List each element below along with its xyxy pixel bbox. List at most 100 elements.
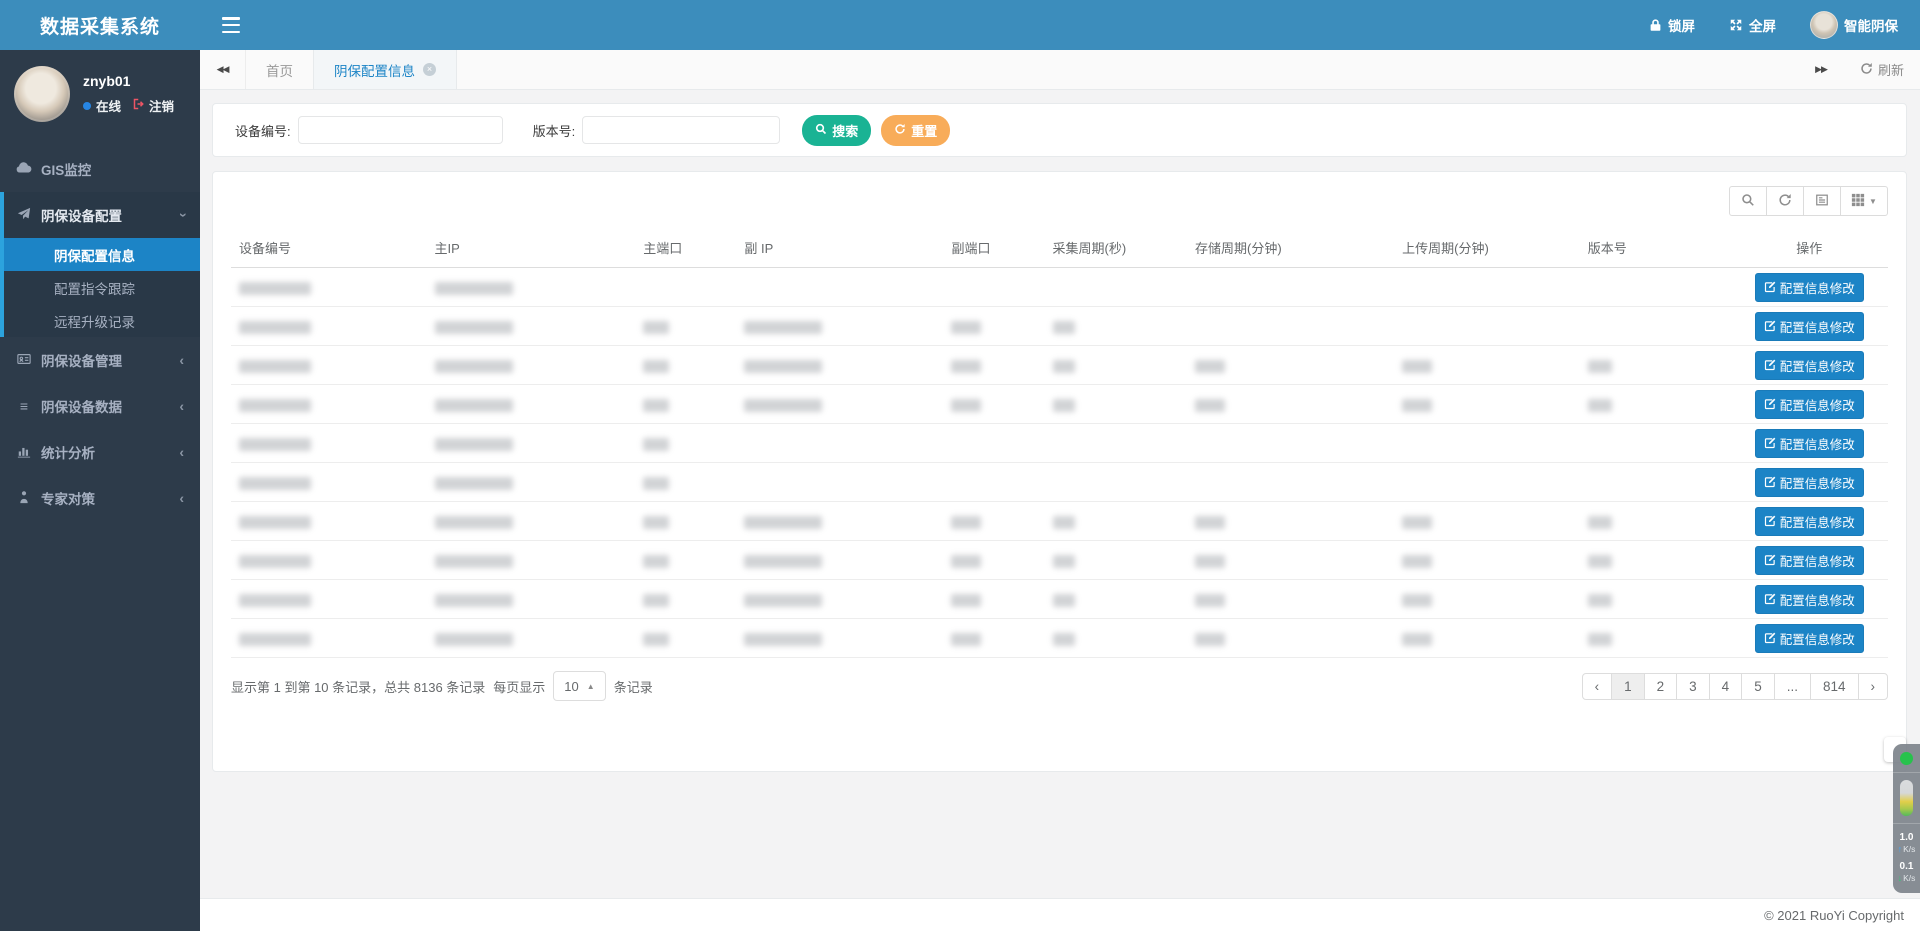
redacted-value [1402,633,1432,646]
table-cell-redacted [231,541,427,580]
table-cell-redacted [1394,580,1580,619]
sidebar-item-expert[interactable]: 专家对策 ‹ [0,475,200,521]
sidebar-toggle-icon[interactable] [218,15,244,35]
table-cell-redacted [943,580,1044,619]
table-cell-redacted [943,307,1044,346]
table-cell-redacted [1045,502,1188,541]
edit-config-button[interactable]: 配置信息修改 [1755,273,1864,302]
edit-config-button[interactable]: 配置信息修改 [1755,429,1864,458]
redacted-value [239,555,311,568]
logout-link[interactable]: 注销 [133,96,174,115]
table-cell-action: 配置信息修改 [1731,619,1888,658]
reset-button[interactable]: 重置 [881,115,950,146]
table-cell-redacted [1580,463,1731,502]
page-next-button[interactable]: › [1858,673,1889,700]
user-name: znyb01 [83,73,174,89]
sidebar: znyb01 在线 注销 GIS监控 阴保设备配置 ‹ 阴保配置信息 [0,50,200,931]
tab-scroll-left-button[interactable]: ◀◀ [200,50,246,89]
sidebar-menu: GIS监控 阴保设备配置 ‹ 阴保配置信息 配置指令跟踪 远程升级记录 阴保设备… [0,146,200,521]
redacted-value [1588,399,1612,412]
sidebar-item-gis[interactable]: GIS监控 [0,146,200,192]
toolbar-search-button[interactable] [1729,186,1767,216]
edit-config-button[interactable]: 配置信息修改 [1755,585,1864,614]
page-button-2[interactable]: 2 [1644,673,1678,700]
sidebar-item-remote-upgrade[interactable]: 远程升级记录 [4,304,200,337]
user-avatar-large[interactable] [14,66,70,122]
version-input[interactable] [582,116,780,144]
page-button-4[interactable]: 4 [1709,673,1743,700]
redacted-value [643,399,669,412]
tab-config-info[interactable]: 阴保配置信息 × [313,50,457,89]
table-cell-redacted [1394,307,1580,346]
tab-scroll-right-button[interactable]: ▶▶ [1798,50,1844,89]
table-cell-redacted [635,619,736,658]
edit-config-button[interactable]: 配置信息修改 [1755,546,1864,575]
redacted-value [744,594,822,607]
table-cell-redacted [1045,307,1188,346]
user-menu[interactable]: 智能阴保 [1810,11,1898,39]
card-view-icon [1815,193,1829,210]
sidebar-item-device-config[interactable]: 阴保设备配置 ‹ [4,192,200,238]
table-cell-redacted [736,268,943,307]
tabbar-spacer [457,50,1798,89]
sidebar-item-device-data[interactable]: ≡ 阴保设备数据 ‹ [0,383,200,429]
page-prev-button[interactable]: ‹ [1582,673,1613,700]
redacted-value [744,555,822,568]
search-icon [1741,193,1755,210]
sidebar-item-config-info[interactable]: 阴保配置信息 [4,238,200,271]
redacted-value [1195,516,1225,529]
page-button-3[interactable]: 3 [1676,673,1710,700]
sidebar-item-device-manage[interactable]: 阴保设备管理 ‹ [0,337,200,383]
edit-config-button[interactable]: 配置信息修改 [1755,351,1864,380]
table-cell-redacted [1394,502,1580,541]
sidebar-item-command-trace[interactable]: 配置指令跟踪 [4,271,200,304]
redacted-value [1402,360,1432,373]
table-toolbar: ▼ [231,186,1888,216]
edit-config-button[interactable]: 配置信息修改 [1755,468,1864,497]
toolbar-columns-button[interactable]: ▼ [1840,186,1888,216]
table-row: 配置信息修改 [231,424,1888,463]
redacted-value [643,555,669,568]
arrow-up-icon: ↑ [1898,844,1903,855]
table-cell-redacted [427,619,636,658]
lock-screen-button[interactable]: 锁屏 [1649,15,1695,35]
table-cell-redacted [943,346,1044,385]
sidebar-item-statistics[interactable]: 统计分析 ‹ [0,429,200,475]
table-cell-redacted [1580,346,1731,385]
toolbar-card-view-button[interactable] [1803,186,1841,216]
table-cell-redacted [427,580,636,619]
table-cell-action: 配置信息修改 [1731,580,1888,619]
page-size-select[interactable]: 10 ▲ [553,671,605,701]
table-cell-redacted [1045,268,1188,307]
tab-home[interactable]: 首页 [246,50,313,89]
redacted-value [435,282,513,295]
redacted-value [643,516,669,529]
table-row: 配置信息修改 [231,268,1888,307]
table-cell-redacted [1045,385,1188,424]
toolbar-refresh-button[interactable] [1766,186,1804,216]
search-button[interactable]: 搜索 [802,115,871,146]
tab-refresh-button[interactable]: 刷新 [1844,50,1920,89]
edit-config-button[interactable]: 配置信息修改 [1755,390,1864,419]
fullscreen-button[interactable]: 全屏 [1729,15,1776,35]
table-cell-redacted [1580,502,1731,541]
edit-config-button[interactable]: 配置信息修改 [1755,507,1864,536]
main-panel: ▼ 设备编号 主IP 主端口 副 IP 副端口 采集周期(秒) 存储周期(分钟)… [212,171,1907,772]
page-button-5[interactable]: 5 [1741,673,1775,700]
page-button-814[interactable]: 814 [1810,673,1859,700]
page-ellipsis[interactable]: ... [1774,673,1811,700]
footer: © 2021 RuoYi Copyright [200,898,1920,931]
redacted-value [239,477,311,490]
redacted-value [951,360,981,373]
table-cell-redacted [1394,619,1580,658]
edit-config-button[interactable]: 配置信息修改 [1755,312,1864,341]
close-icon[interactable]: × [423,63,436,76]
bar-chart-icon [16,444,32,461]
search-panel: 设备编号: 版本号: 搜索 重置 [212,103,1907,157]
table-cell-redacted [427,541,636,580]
page-button-1[interactable]: 1 [1611,673,1645,700]
redacted-value [951,399,981,412]
edit-config-button[interactable]: 配置信息修改 [1755,624,1864,653]
network-speed-widget[interactable]: 1.0 ↑K/s 0.1 ↓K/s [1893,744,1920,893]
device-number-input[interactable] [298,116,503,144]
